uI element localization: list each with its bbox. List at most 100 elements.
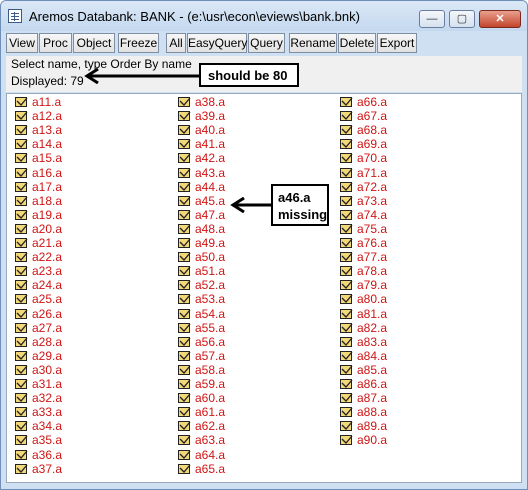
list-item-label: a51.a <box>195 264 226 279</box>
list-item-label: a88.a <box>357 405 388 420</box>
series-checkbox-icon <box>178 435 191 446</box>
series-checkbox-icon <box>178 238 191 248</box>
list-item-label: a23.a <box>32 264 63 279</box>
series-checkbox-icon <box>340 266 353 277</box>
series-checkbox-icon <box>178 421 191 432</box>
list-item-label: a36.a <box>32 447 63 462</box>
series-checkbox-icon <box>340 111 353 122</box>
list-item-label: a48.a <box>195 221 226 236</box>
list-item-label: a28.a <box>32 334 63 349</box>
list-item-label: a56.a <box>195 334 226 349</box>
list-item-label: a12.a <box>32 109 63 124</box>
series-checkbox-icon <box>15 421 28 432</box>
series-checkbox-icon <box>15 364 28 375</box>
list-item-label: a80.a <box>357 292 388 307</box>
series-checkbox-icon <box>340 209 353 220</box>
list-item-label: a67.a <box>357 109 388 124</box>
list-item-label: a90.a <box>357 433 388 448</box>
list-item-label: a49.a <box>195 236 226 250</box>
series-checkbox-icon <box>178 463 191 474</box>
list-item-label: a55.a <box>195 320 226 335</box>
series-checkbox-icon <box>15 336 28 347</box>
list-item-label: a15.a <box>32 151 63 166</box>
series-checkbox-icon <box>178 209 191 220</box>
minimize-button[interactable]: — <box>419 10 445 28</box>
series-checkbox-icon <box>340 322 353 333</box>
series-checkbox-icon <box>178 252 191 263</box>
series-checkbox-icon <box>178 181 191 192</box>
list-item-label: a77.a <box>357 250 388 265</box>
list-item-label: a81.a <box>357 306 388 321</box>
list-item-label: a13.a <box>32 123 63 138</box>
maximize-button[interactable]: ▢ <box>449 10 475 28</box>
title-bar[interactable]: Aremos Databank: BANK - (e:\usr\econ\evi… <box>1 1 527 31</box>
proc-button[interactable]: Proc <box>39 33 72 53</box>
export-button[interactable]: Export <box>377 33 417 53</box>
list-item-label: a20.a <box>32 221 63 236</box>
list-item-label: a32.a <box>32 391 63 406</box>
delete-button[interactable]: Delete <box>338 33 376 53</box>
list-item-label: a70.a <box>357 151 388 166</box>
series-checkbox-icon <box>178 266 191 277</box>
series-checkbox-icon <box>340 153 353 164</box>
list-item-label: a69.a <box>357 137 388 152</box>
list-item-label: a74.a <box>357 207 388 222</box>
series-checkbox-icon <box>15 252 28 263</box>
series-checkbox-icon <box>15 223 28 234</box>
list-item-label: a76.a <box>357 236 388 250</box>
series-checkbox-icon <box>340 223 353 234</box>
list-item-label: a73.a <box>357 193 388 208</box>
series-checkbox-icon <box>178 379 191 389</box>
series-checkbox-icon <box>15 463 28 474</box>
list-item-label: a86.a <box>357 377 388 391</box>
list-item-label: a89.a <box>357 419 388 434</box>
series-checkbox-icon <box>15 379 28 389</box>
toolbar: View Proc Object Freeze All EasyQuery Qu… <box>6 33 522 54</box>
all-button[interactable]: All <box>166 33 186 53</box>
series-checkbox-icon <box>340 379 353 389</box>
minimize-icon: — <box>426 13 438 25</box>
series-checkbox-icon <box>15 97 28 107</box>
series-checkbox-icon <box>178 393 191 404</box>
list-item-label: a52.a <box>195 278 226 293</box>
list-item-label: a26.a <box>32 306 63 321</box>
object-button[interactable]: Object <box>73 33 115 53</box>
easyquery-button[interactable]: EasyQuery <box>187 33 247 53</box>
list-item-label: a25.a <box>32 292 63 307</box>
series-checkbox-icon <box>15 350 28 361</box>
series-checkbox-icon <box>15 266 28 277</box>
rename-button[interactable]: Rename <box>289 33 337 53</box>
series-checkbox-icon <box>340 238 353 248</box>
series-checkbox-icon <box>178 407 191 418</box>
list-item-label: a37.a <box>32 461 63 476</box>
missing-annotation-line1: a46.a <box>278 190 311 205</box>
series-checkbox-icon <box>178 139 191 150</box>
series-checkbox-icon <box>340 407 353 418</box>
series-checkbox-icon <box>15 167 28 178</box>
view-button[interactable]: View <box>6 33 38 53</box>
series-checkbox-icon <box>340 421 353 432</box>
series-checkbox-icon <box>178 111 191 122</box>
series-checkbox-icon <box>15 407 28 418</box>
list-item-label: a68.a <box>357 123 388 138</box>
series-checkbox-icon <box>15 209 28 220</box>
series-checkbox-icon <box>340 181 353 192</box>
list-item-label: a17.a <box>32 179 63 194</box>
list-item-label: a41.a <box>195 137 226 152</box>
series-list[interactable]: a11.a a12.a a13.a a14.a a15.a a16.a a17.a a18.a… <box>6 93 522 483</box>
list-item-label: a71.a <box>357 165 388 180</box>
series-checkbox-icon <box>178 322 191 333</box>
series-checkbox-icon <box>340 139 353 150</box>
series-checkbox-icon <box>340 294 353 305</box>
close-button[interactable]: ✕ <box>479 10 521 28</box>
list-item-label: a84.a <box>357 348 388 363</box>
series-checkbox-icon <box>15 238 28 248</box>
list-item-label: a33.a <box>32 405 63 420</box>
list-item-label: a64.a <box>195 447 226 462</box>
query-button[interactable]: Query <box>248 33 285 53</box>
window-title: Aremos Databank: BANK - (e:\usr\econ\evi… <box>29 9 360 24</box>
list-item-label: a54.a <box>195 306 226 321</box>
freeze-button[interactable]: Freeze <box>118 33 159 53</box>
list-item-label: a31.a <box>32 377 63 391</box>
list-item-label: a63.a <box>195 433 226 448</box>
